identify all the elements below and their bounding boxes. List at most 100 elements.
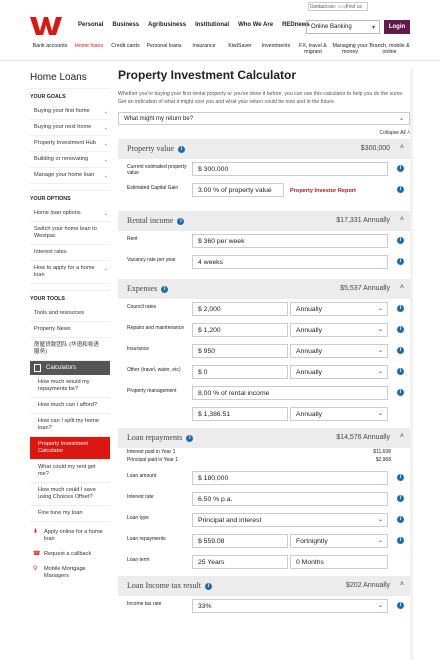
repayment-frequency[interactable]: Fortnightly ⌄ (290, 534, 388, 548)
calc-property-investment[interactable]: Property Investment Calculator (30, 437, 110, 460)
subnav-fx-travel[interactable]: FX, travel & migrant (295, 40, 331, 60)
info-icon[interactable]: i (397, 516, 404, 523)
subnav-investments[interactable]: Investments (257, 40, 295, 60)
rental-income-header[interactable]: Rental income i $17,331 Annually ˄ (118, 211, 410, 231)
repairs-input[interactable]: $ 1,200 (192, 323, 288, 337)
calc-rent[interactable]: What could my rent get me? (30, 460, 110, 483)
chevron-up-icon[interactable]: ˄ (400, 284, 404, 291)
sidebar-item-building[interactable]: Building or renovating ⌄ (30, 152, 110, 168)
sidebar-item-loan-options[interactable]: Home loan options ⌄ (30, 206, 110, 222)
subnav-personal-loans[interactable]: Personal loans (143, 40, 185, 60)
info-icon[interactable]: i (397, 368, 404, 375)
calc-repayments[interactable]: How much would my repayments be? (30, 375, 110, 398)
sidebar-item-first-home[interactable]: Buying your first home ⌄ (30, 104, 110, 120)
loan-type-select[interactable]: Principal and interest ⌄ (192, 513, 388, 527)
subnav-insurance[interactable]: Insurance (185, 40, 223, 60)
info-icon[interactable]: i (397, 258, 404, 265)
subnav-credit-cards[interactable]: Credit cards (108, 40, 143, 60)
council-rates-input[interactable]: $ 2,000 (192, 302, 288, 316)
nav-agribusiness[interactable]: Agribusiness (148, 22, 186, 28)
investor-report-link[interactable]: Property Investor Report (290, 188, 356, 194)
capital-gain-input[interactable]: 3.00 % of property value (192, 183, 284, 197)
vacancy-input[interactable]: 4 weeks (192, 255, 388, 269)
request-callback-link[interactable]: ☎ Request a callback (30, 547, 110, 562)
rent-input[interactable]: $ 360 per week (192, 234, 388, 248)
page-scrollbar[interactable] (410, 68, 413, 660)
westpac-logo[interactable] (30, 17, 62, 35)
chevron-up-icon[interactable]: ˄ (400, 144, 404, 151)
management-amount-input[interactable]: $ 1,386.51 (192, 407, 288, 421)
interest-rate-input[interactable]: 6.50 % p.a. (192, 492, 388, 506)
subnav-managing-money[interactable]: Managing your money (331, 40, 369, 60)
sidebar-item-chinese-team[interactable]: 房屋贷款团队 (华语和粤语 服务) (30, 338, 110, 361)
tax-result-header[interactable]: Loan Income tax result i $202 Annually ˄ (118, 576, 410, 596)
info-icon[interactable]: i (397, 495, 404, 502)
site-search-input[interactable]: How can we help? (308, 2, 368, 11)
nav-business[interactable]: Business (112, 22, 139, 28)
loan-term-months[interactable]: 0 Months (290, 555, 388, 569)
subnav-branch-mobile[interactable]: Branch, mobile & online (369, 40, 410, 60)
loan-term-years[interactable]: 25 Years (192, 555, 288, 569)
chevron-up-icon[interactable]: ˄ (400, 216, 404, 223)
collapse-all-button[interactable]: Collapse All ˄ (118, 130, 410, 136)
subnav-bank-accounts[interactable]: Bank accounts (30, 40, 70, 60)
calc-split[interactable]: How can I split my home loan? (30, 414, 110, 437)
calc-fine-tune[interactable]: Fine tune my loan (30, 506, 110, 522)
info-icon[interactable]: i (397, 537, 404, 544)
sidebar-item-property-news[interactable]: Property News (30, 322, 110, 338)
loan-repayments-header[interactable]: Loan repayments i $14,576 Annually ˄ (118, 428, 410, 448)
info-icon[interactable]: i (397, 237, 404, 244)
property-value-header[interactable]: Property value i $300,000 ˄ (118, 139, 410, 159)
council-rates-frequency[interactable]: Annually ⌄ (290, 302, 388, 316)
login-button[interactable]: Login (384, 20, 410, 34)
other-frequency[interactable]: Annually ⌄ (290, 365, 388, 379)
nav-institutional[interactable]: Institutional (195, 22, 229, 28)
management-frequency[interactable]: Annually ⌄ (290, 407, 388, 421)
info-icon[interactable]: i (397, 326, 404, 333)
chevron-up-icon[interactable]: ˄ (400, 433, 404, 440)
nav-personal[interactable]: Personal (78, 22, 103, 28)
info-icon[interactable]: i (177, 146, 185, 153)
info-icon[interactable]: i (204, 583, 212, 590)
info-icon[interactable]: i (397, 347, 404, 354)
subnav-home-loans[interactable]: Home loans (70, 40, 108, 60)
apply-online-link[interactable]: ⬇ Apply online for a home loan (30, 525, 110, 547)
chevron-up-icon[interactable]: ˄ (400, 581, 404, 588)
sidebar-item-tools[interactable]: Tools and resources (30, 306, 110, 322)
info-icon[interactable]: i (161, 286, 169, 293)
sidebar-item-next-home[interactable]: Buying your next home ⌄ (30, 120, 110, 136)
property-value-input[interactable]: $ 300,000 (192, 162, 388, 176)
info-icon[interactable]: i (397, 474, 404, 481)
loan-summary: Interest paid in Year 1 $11,608 Principa… (118, 448, 410, 468)
info-icon[interactable]: i (186, 435, 194, 442)
tax-rate-select[interactable]: 33% ⌄ (192, 599, 388, 613)
return-select[interactable]: What might my return be? ⌄ (118, 112, 410, 125)
other-input[interactable]: $ 0 (192, 365, 288, 379)
info-icon[interactable]: i (177, 218, 185, 225)
info-icon[interactable]: i (397, 165, 404, 172)
sidebar-calculators[interactable]: Calculators (30, 361, 110, 375)
repairs-frequency[interactable]: Annually ⌄ (290, 323, 388, 337)
online-banking-select[interactable]: Online Banking ▾ (306, 20, 380, 34)
field-label: Repairs and maintenance (127, 325, 184, 331)
nav-who-we-are[interactable]: Who We Are (238, 22, 273, 28)
sidebar-item-how-to-apply[interactable]: How to apply for a home loan ⌄ (30, 261, 110, 284)
calc-afford[interactable]: How much can I afford? (30, 398, 110, 414)
calc-choices-offset[interactable]: How much could I save using Choices Offs… (30, 483, 110, 506)
insurance-frequency[interactable]: Annually ⌄ (290, 344, 388, 358)
expenses-header[interactable]: Expenses i $5,537 Annually ˄ (118, 279, 410, 299)
loan-amount-input[interactable]: $ 180,000 (192, 471, 388, 485)
info-icon[interactable]: i (397, 186, 404, 193)
sidebar-item-switch[interactable]: Switch your home loan to Westpac (30, 222, 110, 245)
management-pct-input[interactable]: 8.00 % of rental income (192, 386, 388, 400)
subnav-kiwisaver[interactable]: KiwiSaver (223, 40, 257, 60)
sidebar-item-investment-hub[interactable]: Property Investment Hub ⌄ (30, 136, 110, 152)
info-icon[interactable]: i (397, 602, 404, 609)
sidebar-item-interest-rates[interactable]: Interest rates (30, 245, 110, 261)
info-icon[interactable]: i (397, 305, 404, 312)
info-icon[interactable]: i (397, 389, 404, 396)
sidebar-item-manage-loan[interactable]: Manage your home loan ⌄ (30, 168, 110, 184)
mobile-managers-link[interactable]: ⚲ Mobile Mortgage Managers (30, 562, 110, 584)
repayment-amount-input[interactable]: $ 559.08 (192, 534, 288, 548)
insurance-input[interactable]: $ 950 (192, 344, 288, 358)
